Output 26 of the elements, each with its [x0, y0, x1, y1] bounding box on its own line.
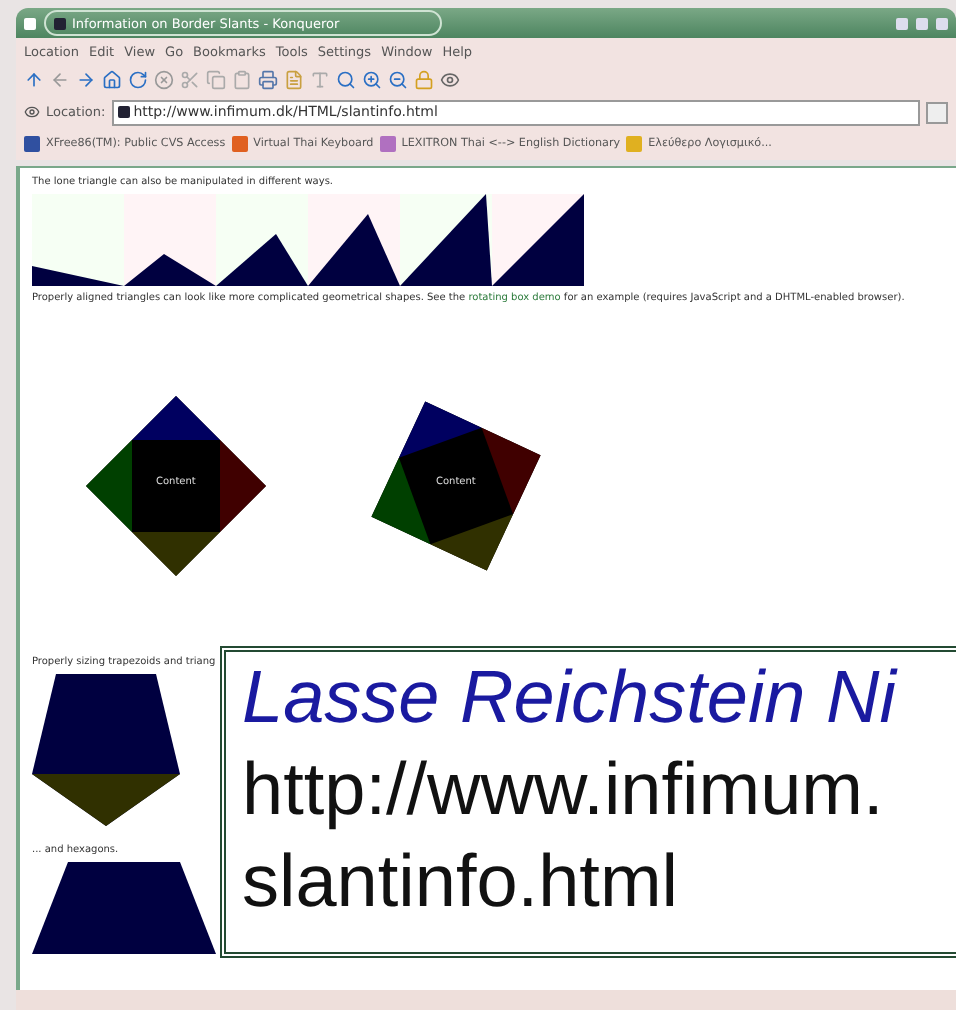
clipboard-icon[interactable] [232, 70, 252, 90]
dropdown-button[interactable] [926, 101, 948, 123]
bookmark-icon [626, 136, 643, 152]
document-icon[interactable] [284, 70, 304, 90]
zoom-out-icon[interactable] [388, 70, 408, 90]
forward-arrow-icon[interactable] [76, 70, 96, 90]
eye-icon [24, 104, 40, 120]
stop-icon[interactable] [154, 70, 174, 90]
scissors-icon[interactable] [180, 70, 200, 90]
copy-icon[interactable] [206, 70, 226, 90]
up-arrow-icon[interactable] [24, 70, 44, 90]
author-name: Lasse Reichstein Ni [242, 654, 896, 742]
lock-icon[interactable] [414, 70, 434, 90]
home-icon[interactable] [102, 70, 122, 90]
eye-icon[interactable] [440, 70, 460, 90]
reload-icon[interactable] [128, 70, 148, 90]
bookmark-icon [379, 136, 396, 152]
font-icon[interactable] [310, 70, 330, 90]
back-arrow-icon[interactable] [50, 70, 70, 90]
printer-icon[interactable] [258, 70, 278, 90]
search-icon[interactable] [336, 70, 356, 90]
bookmark-icon [231, 136, 248, 152]
bookmark-icon [24, 136, 40, 152]
url-text: http://www.infimum. [242, 746, 884, 834]
zoom-in-icon[interactable] [362, 70, 382, 90]
url-text: slantinfo.html [242, 838, 678, 926]
